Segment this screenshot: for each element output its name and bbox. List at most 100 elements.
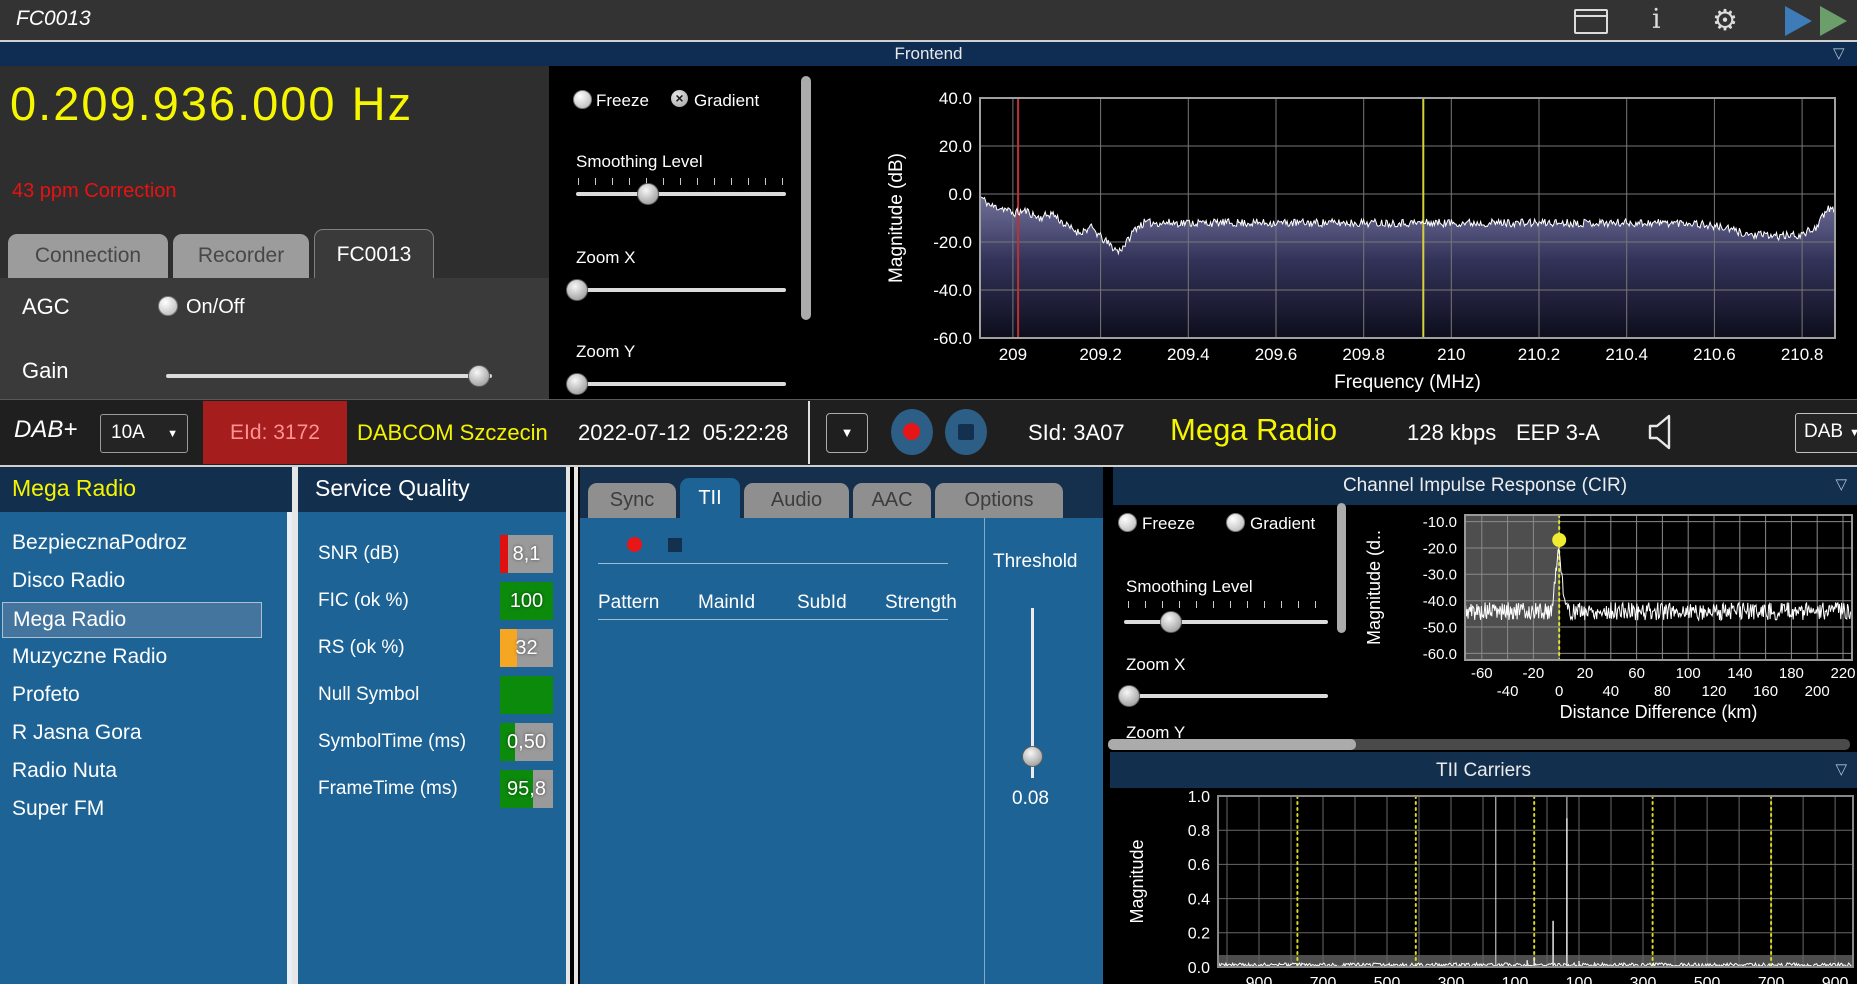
tii-record-indicator[interactable] [627,537,642,552]
smoothing-slider-handle[interactable] [637,183,659,205]
svg-text:0: 0 [1555,683,1563,700]
info-icon[interactable]: i [1652,4,1661,35]
settings-gear-icon[interactable]: ⚙ [1712,3,1738,38]
frontend-header: Frontend ▽ [0,42,1857,66]
list-item[interactable]: Muzyczne Radio [6,640,264,674]
svg-text:20: 20 [1577,665,1594,682]
svg-text:Frequency (MHz): Frequency (MHz) [1334,372,1481,393]
gain-label: Gain [22,358,68,384]
svg-text:300: 300 [1630,975,1657,984]
service-list-header: Mega Radio [0,467,292,512]
channel-value: 10A [111,422,145,444]
service-id: SId: 3A07 [1028,420,1125,446]
gain-slider-handle[interactable] [468,365,490,387]
cir-horizontal-scrollbar-handle[interactable] [1108,739,1356,750]
cir-zoom-x-slider-track [1124,694,1328,698]
tii-carriers-plot[interactable]: 1.00.80.60.40.20.09007005003001001003005… [1105,788,1857,984]
tii-stop-indicator[interactable] [668,538,682,552]
play-blue-icon[interactable] [1785,6,1812,36]
svg-text:209.4: 209.4 [1167,345,1210,364]
tii-panel: Sync TII Audio AAC Options Pattern MainI… [580,467,1103,984]
cir-smoothing-slider-track [1124,620,1328,624]
threshold-divider [984,518,985,984]
current-service-name: Mega Radio [1170,412,1337,448]
svg-text:209.2: 209.2 [1079,345,1122,364]
quality-label: RS (ok %) [318,637,405,659]
expert-view-icon[interactable] [1574,9,1608,34]
recorder-dropdown-button[interactable]: ▼ [826,413,868,453]
quality-row: Null Symbol [298,676,566,714]
quality-bar [500,676,553,714]
tab-recorder[interactable]: Recorder [173,234,309,278]
cir-smoothing-slider-handle[interactable] [1160,611,1182,633]
tab-aac[interactable]: AAC [853,483,931,518]
zoom-y-slider-handle[interactable] [566,373,588,395]
record-button[interactable] [891,409,933,455]
spectrum-controls-panel: Freeze × Gradient Smoothing Level Zoom X… [549,66,823,399]
svg-text:Magnitude: Magnitude [1127,839,1147,923]
cir-zoom-x-slider-handle[interactable] [1118,685,1140,707]
svg-text:220: 220 [1830,665,1855,682]
svg-text:500: 500 [1694,975,1721,984]
list-item[interactable]: Disco Radio [6,564,264,598]
quality-bar: 8,1 [500,535,553,573]
quality-bar: 0,50 [500,723,553,761]
list-item[interactable]: Mega Radio [2,602,262,638]
svg-text:210: 210 [1437,345,1465,364]
output-dropdown[interactable]: DAB ▼ [1795,413,1857,453]
tab-options[interactable]: Options [935,483,1063,518]
svg-text:160: 160 [1753,683,1778,700]
quality-row: FIC (ok %)100 [298,582,566,620]
datetime-display: 2022-07-12 05:22:28 [578,420,788,446]
gradient-checkbox[interactable]: × [671,90,688,107]
tii-separator [598,563,948,564]
svg-text:80: 80 [1654,683,1671,700]
smoothing-ticks [578,178,786,185]
channel-dropdown[interactable]: 10A ▼ [100,414,188,453]
cir-controls-scrollbar[interactable] [1337,503,1346,633]
svg-text:100: 100 [1566,975,1593,984]
list-item[interactable]: R Jasna Gora [6,716,264,750]
cir-title: Channel Impulse Response (CIR) [1113,475,1857,497]
svg-text:100: 100 [1502,975,1529,984]
column-subid: SubId [797,592,847,614]
zoom-x-slider-handle[interactable] [566,279,588,301]
svg-text:-10.0: -10.0 [1423,514,1457,531]
freeze-radio[interactable] [573,90,592,109]
tab-fc0013[interactable]: FC0013 [314,229,434,279]
smoothing-label: Smoothing Level [576,152,703,172]
service-list: BezpiecznaPodroz Disco Radio Mega RadioMuz… [0,512,292,984]
list-item[interactable]: Radio Nuta [6,754,264,788]
tii-carriers-collapse-icon[interactable]: ▽ [1835,760,1847,778]
play-green-icon[interactable] [1820,6,1847,36]
speaker-icon[interactable] [1646,412,1678,452]
threshold-label: Threshold [993,551,1078,573]
list-item[interactable]: Super FM [6,792,264,826]
tab-audio[interactable]: Audio [744,483,849,518]
tab-tii[interactable]: TII [680,478,740,518]
list-item[interactable]: BezpiecznaPodroz [6,526,264,560]
cir-gradient-radio[interactable] [1226,513,1245,532]
ensemble-name: DABCOM Szczecin [357,420,548,446]
frontend-collapse-icon[interactable]: ▽ [1833,44,1845,62]
quality-value: 32 [500,629,553,667]
stop-button[interactable] [945,409,987,455]
quality-value: 95,8 [500,770,553,808]
list-item[interactable]: Profeto [6,678,264,712]
cir-freeze-radio[interactable] [1118,513,1137,532]
cir-collapse-icon[interactable]: ▽ [1835,475,1847,493]
spectrum-controls-scrollbar[interactable] [801,76,811,320]
chevron-down-icon: ▼ [1849,427,1857,439]
svg-text:140: 140 [1727,665,1752,682]
cir-plot[interactable]: -10.0-20.0-30.0-40.0-50.0-60.0-60-202060… [1360,500,1857,740]
quality-bar: 95,8 [500,770,553,808]
tab-sync[interactable]: Sync [588,483,676,518]
tab-connection[interactable]: Connection [8,234,168,278]
svg-text:0.4: 0.4 [1188,891,1210,908]
quality-row: SNR (dB)8,1 [298,535,566,573]
zoom-x-slider-track [576,288,786,292]
spectrum-plot[interactable]: 40.020.00.0-20.0-40.0-60.0209209.2209.42… [860,66,1857,399]
agc-radio[interactable] [158,296,178,316]
threshold-slider-handle[interactable] [1022,746,1043,767]
quality-label: SymbolTime (ms) [318,731,466,753]
